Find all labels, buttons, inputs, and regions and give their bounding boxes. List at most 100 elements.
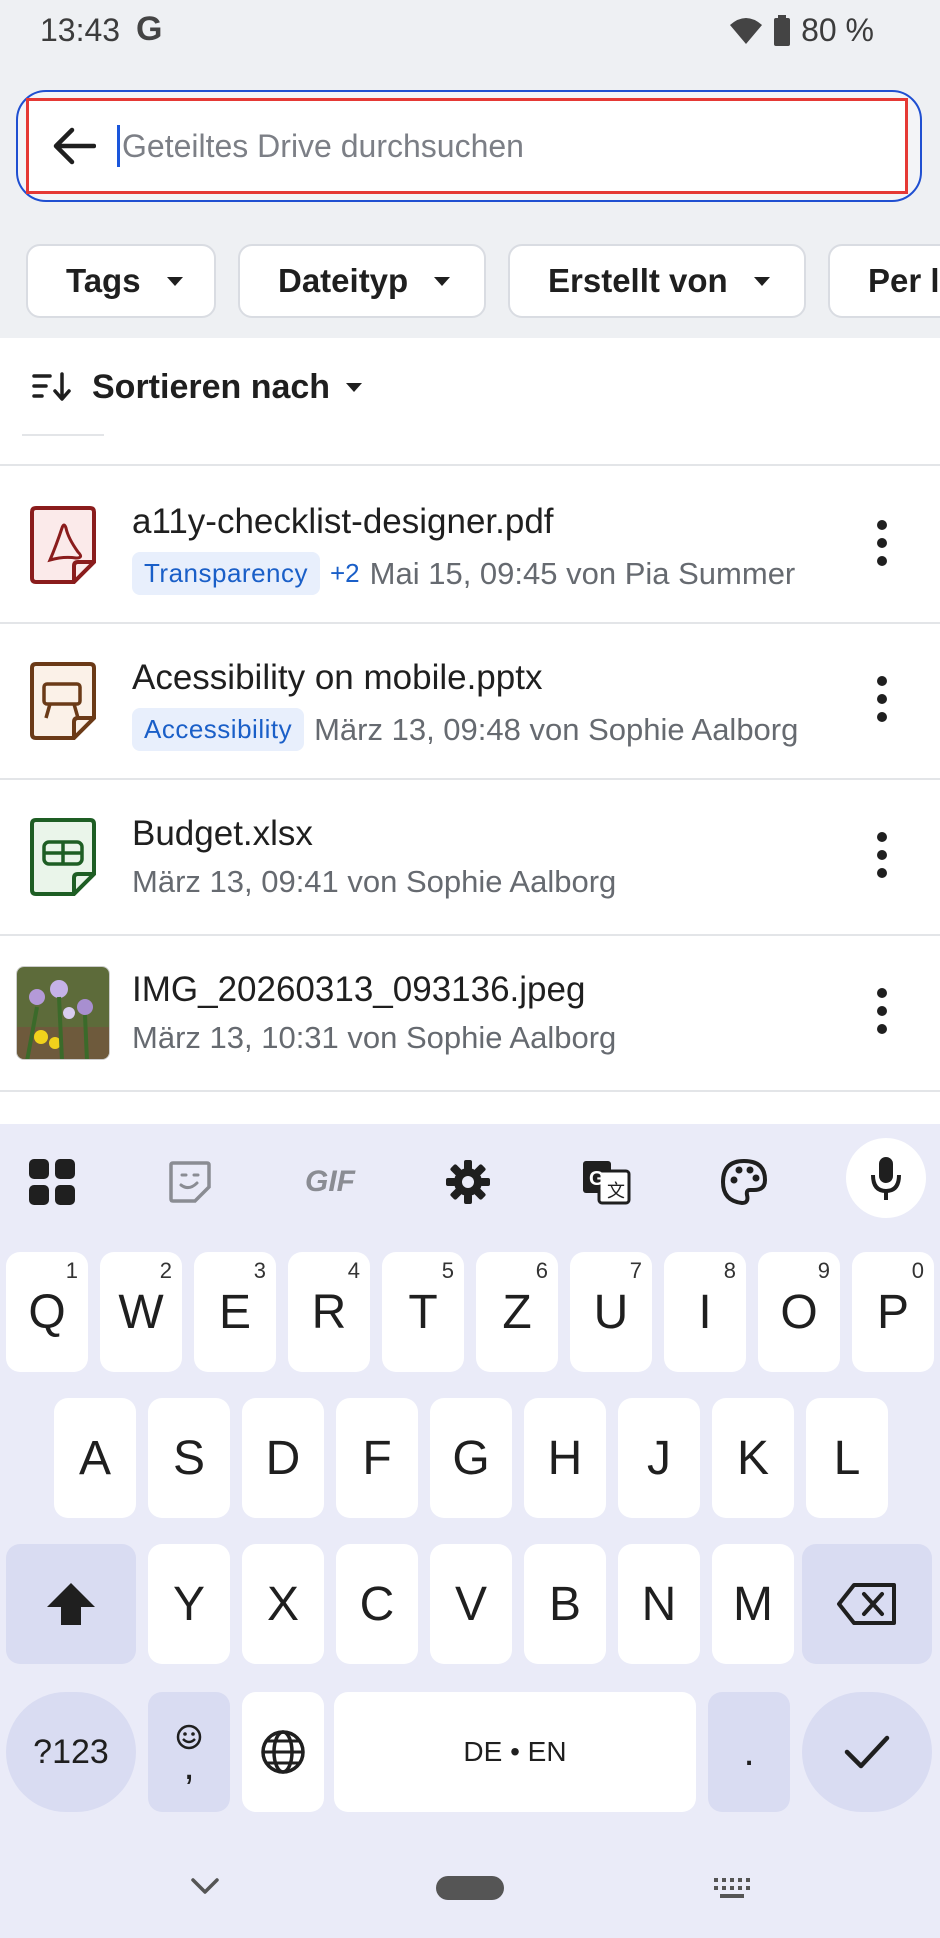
key-label: E: [218, 1285, 251, 1339]
key-s[interactable]: S: [148, 1398, 230, 1518]
key-n[interactable]: N: [618, 1544, 700, 1664]
file-meta: Accessibility März 13, 09:48 von Sophie …: [132, 708, 798, 751]
key-k[interactable]: K: [712, 1398, 794, 1518]
key-m[interactable]: M: [712, 1544, 794, 1664]
key-r[interactable]: R4: [288, 1252, 370, 1372]
chip-label: Per l: [868, 262, 940, 299]
spreadsheet-icon: [30, 818, 96, 896]
key-hint: 3: [253, 1258, 266, 1283]
done-key[interactable]: [802, 1692, 932, 1812]
clock: 13:43: [40, 12, 121, 48]
file-row[interactable]: IMG_20260313_093136.jpeg März 13, 10:31 …: [0, 936, 940, 1090]
dropdown-arrow-icon: [753, 276, 770, 286]
chip-file-type[interactable]: Dateityp: [238, 244, 486, 318]
chip-person[interactable]: Per l: [828, 244, 940, 318]
key-i[interactable]: I8: [664, 1252, 746, 1372]
key-hint: 1: [65, 1258, 78, 1283]
key-p[interactable]: P0: [852, 1252, 934, 1372]
key-f[interactable]: F: [336, 1398, 418, 1518]
key-b[interactable]: B: [524, 1544, 606, 1664]
key-e[interactable]: E3: [194, 1252, 276, 1372]
key-hint: 0: [911, 1258, 924, 1283]
key-d[interactable]: D: [242, 1398, 324, 1518]
file-name: a11y-checklist-designer.pdf: [132, 502, 554, 541]
emoji-comma-key[interactable]: ,: [148, 1692, 230, 1812]
key-z[interactable]: Z6: [476, 1252, 558, 1372]
key-hint: 7: [629, 1258, 642, 1283]
more-options-button[interactable]: [876, 520, 888, 566]
sort-button[interactable]: Sortieren nach: [32, 362, 363, 412]
key-hint: 8: [723, 1258, 736, 1283]
symbols-key[interactable]: ?123: [6, 1692, 136, 1812]
sticker-icon[interactable]: [150, 1142, 230, 1222]
dropdown-arrow-icon: [434, 276, 451, 286]
file-meta: März 13, 09:41 von Sophie Aalborg: [132, 864, 616, 900]
back-button[interactable]: [39, 101, 109, 191]
file-row[interactable]: a11y-checklist-designer.pdf Transparency…: [0, 468, 940, 622]
key-label: Z: [502, 1285, 532, 1339]
hide-keyboard-icon[interactable]: [190, 1876, 220, 1896]
apps-icon[interactable]: [12, 1142, 92, 1222]
file-name: Budget.xlsx: [132, 814, 313, 853]
chip-label: Dateityp: [278, 262, 409, 299]
search-bar[interactable]: Geteiltes Drive durchsuchen: [26, 98, 908, 194]
dropdown-arrow-icon: [166, 276, 183, 286]
battery-icon: [774, 14, 791, 46]
search-input[interactable]: Geteiltes Drive durchsuchen: [122, 128, 524, 165]
space-key[interactable]: DE • EN: [334, 1692, 696, 1812]
key-l[interactable]: L: [806, 1398, 888, 1518]
chip-tags[interactable]: Tags: [26, 244, 216, 318]
status-bar: 13:43 G 80 %: [0, 0, 940, 62]
settings-icon[interactable]: [428, 1142, 508, 1222]
more-options-button[interactable]: [876, 832, 888, 878]
globe-icon: [261, 1730, 305, 1774]
home-handle[interactable]: [436, 1876, 504, 1900]
battery-level: 80 %: [801, 12, 874, 48]
file-name: IMG_20260313_093136.jpeg: [132, 970, 586, 1009]
keyboard-switch-icon[interactable]: [712, 1876, 752, 1900]
key-c[interactable]: C: [336, 1544, 418, 1664]
key-q[interactable]: Q1: [6, 1252, 88, 1372]
key-u[interactable]: U7: [570, 1252, 652, 1372]
tag-badge: Transparency: [132, 552, 320, 595]
translate-icon[interactable]: G文: [566, 1142, 646, 1222]
shift-key[interactable]: [6, 1544, 136, 1664]
file-details: März 13, 10:31 von Sophie Aalborg: [132, 1020, 617, 1055]
chip-created-by[interactable]: Erstellt von: [508, 244, 806, 318]
mic-button[interactable]: [846, 1138, 926, 1218]
key-g[interactable]: G: [430, 1398, 512, 1518]
file-name: Acessibility on mobile.pptx: [132, 658, 543, 697]
status-icons: 80 %: [729, 12, 874, 49]
key-w[interactable]: W2: [100, 1252, 182, 1372]
filter-chips: Tags Dateityp Erstellt von Per l: [0, 240, 940, 320]
divider: [0, 464, 940, 466]
file-details: März 13, 09:48 von Sophie Aalborg: [314, 711, 799, 747]
more-options-button[interactable]: [876, 676, 888, 722]
key-y[interactable]: Y: [148, 1544, 230, 1664]
file-row[interactable]: Budget.xlsx März 13, 09:41 von Sophie Aa…: [0, 780, 940, 934]
key-v[interactable]: V: [430, 1544, 512, 1664]
key-j[interactable]: J: [618, 1398, 700, 1518]
shift-icon: [47, 1583, 95, 1625]
slides-icon: [30, 662, 96, 740]
key-x[interactable]: X: [242, 1544, 324, 1664]
key-hint: 5: [441, 1258, 454, 1283]
key-label: I: [698, 1285, 712, 1339]
file-meta: März 13, 10:31 von Sophie Aalborg: [132, 1020, 616, 1056]
more-options-button[interactable]: [876, 988, 888, 1034]
palette-icon[interactable]: [704, 1142, 784, 1222]
gif-button[interactable]: GIF: [290, 1142, 370, 1222]
svg-text:G: G: [589, 1168, 605, 1190]
divider: [0, 1090, 940, 1092]
key-t[interactable]: T5: [382, 1252, 464, 1372]
backspace-icon: [837, 1583, 896, 1625]
key-h[interactable]: H: [524, 1398, 606, 1518]
sort-icon: [32, 372, 71, 401]
language-key[interactable]: [242, 1692, 324, 1812]
key-o[interactable]: O9: [758, 1252, 840, 1372]
backspace-key[interactable]: [802, 1544, 932, 1664]
period-key[interactable]: .: [708, 1692, 790, 1812]
file-row[interactable]: Acessibility on mobile.pptx Accessibilit…: [0, 624, 940, 778]
google-icon: G: [136, 10, 163, 48]
key-a[interactable]: A: [54, 1398, 136, 1518]
